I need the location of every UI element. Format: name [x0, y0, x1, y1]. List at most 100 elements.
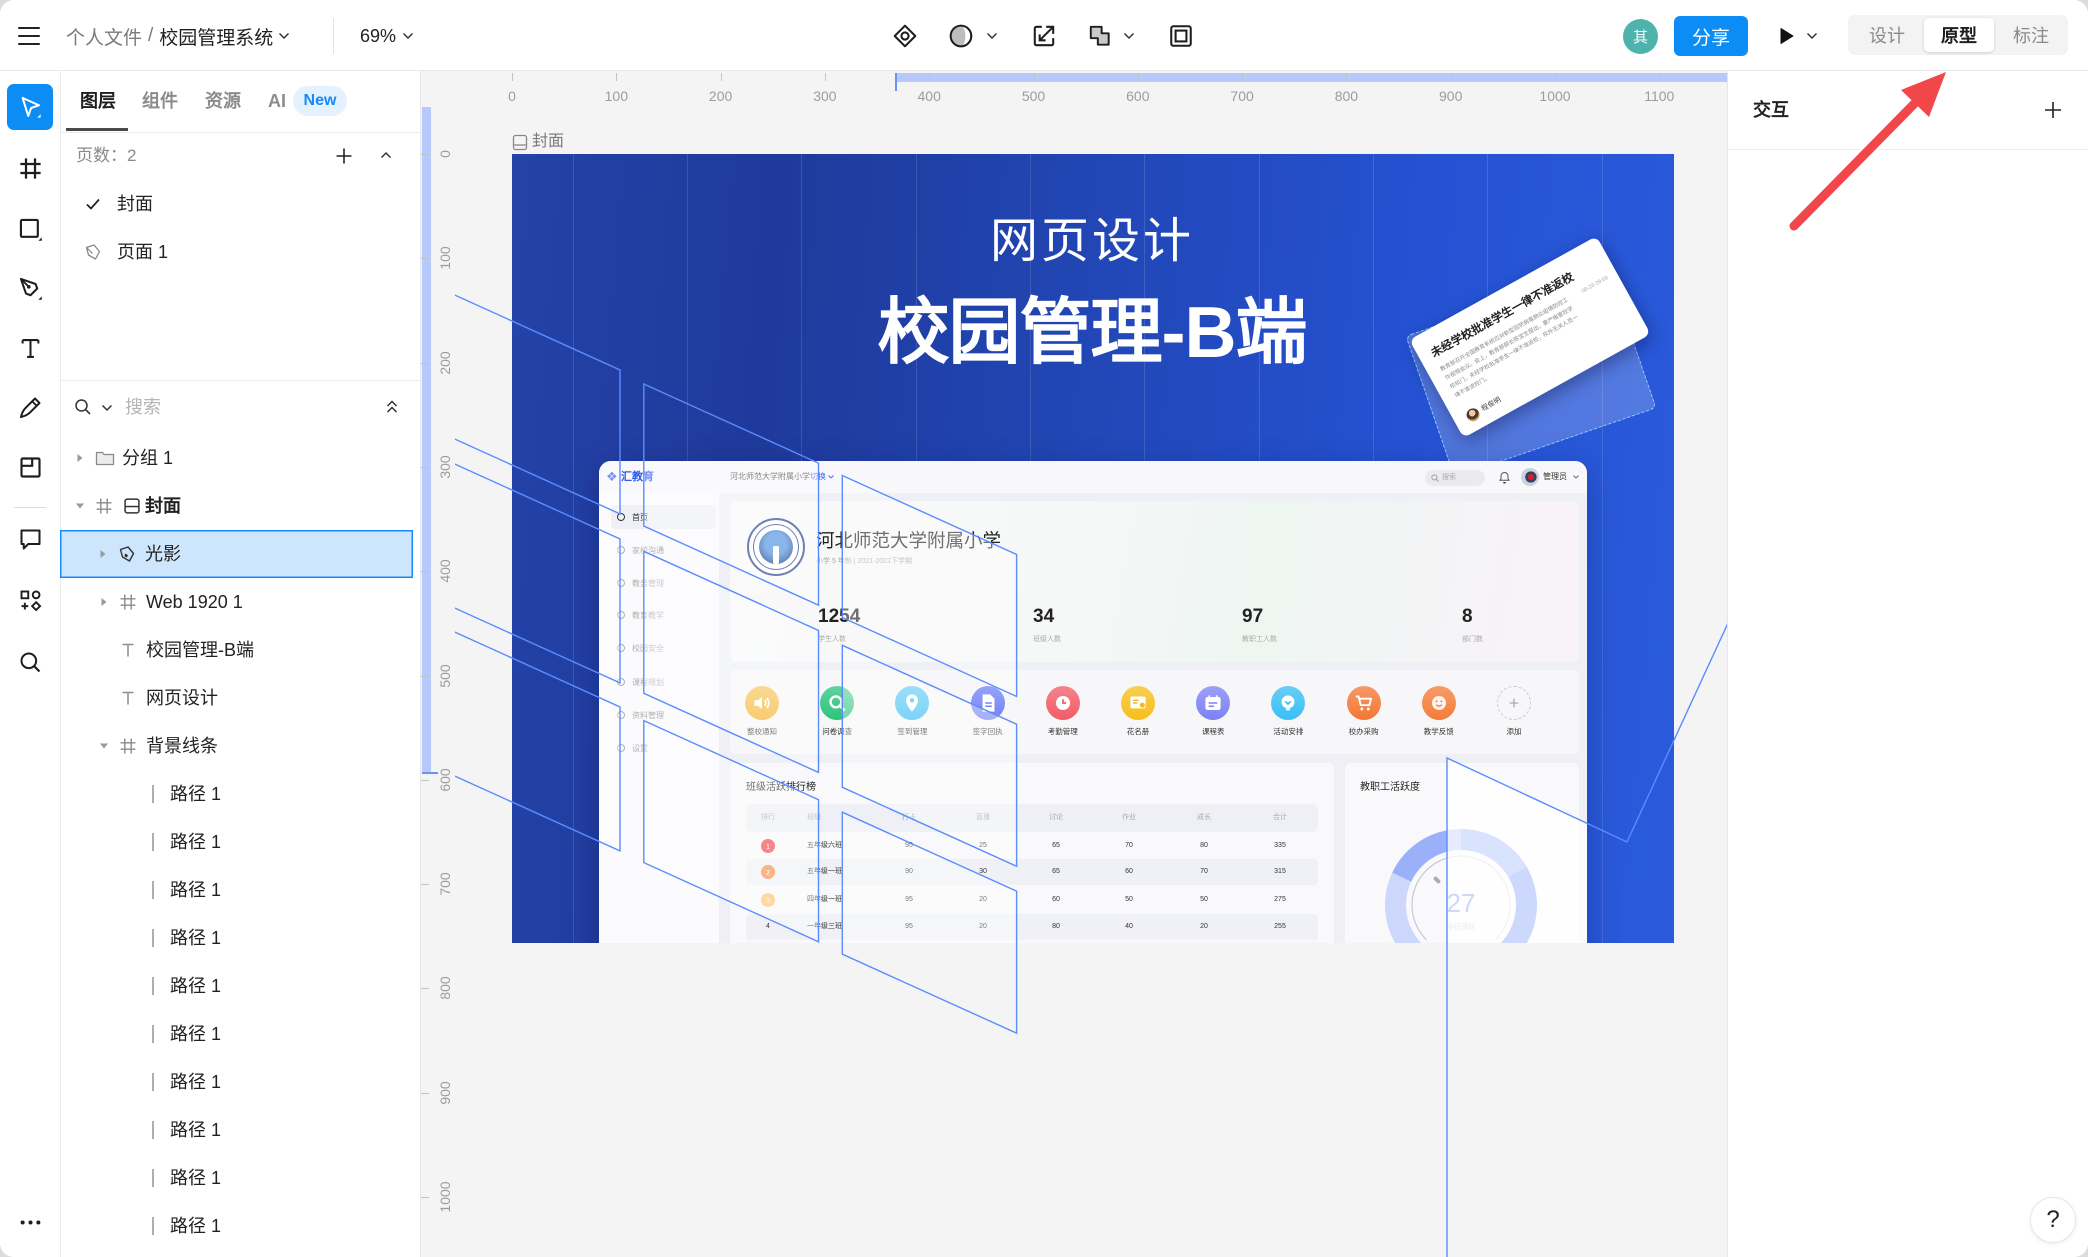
layer-row[interactable]: Web 1920 1 [61, 578, 420, 626]
cover-subtitle[interactable]: 网页设计 [512, 214, 1672, 270]
layer-row[interactable]: 路径 1 [61, 818, 420, 866]
vertical-ruler[interactable]: 0 100 200 300 400 500 600 700 800 900 1000 [421, 71, 455, 1257]
table-cell: 95 [905, 923, 913, 930]
caret-right-icon[interactable] [99, 549, 107, 559]
layer-row[interactable]: 路径 1 [61, 914, 420, 962]
dashboard-menu-item: 教育教学 [617, 608, 664, 622]
ruler-label: 700 [1230, 88, 1254, 104]
layer-row[interactable]: 光影 [60, 530, 413, 578]
pencil-tool-button[interactable] [7, 384, 53, 430]
layer-row[interactable]: 路径 1 [61, 1058, 420, 1106]
line-path-icon [151, 1072, 155, 1092]
dashboard-menu-item: 校园安全 [617, 641, 664, 655]
table-cell: 20 [979, 923, 987, 930]
table-cell: 95 [905, 842, 913, 849]
help-button[interactable]: ? [2030, 1197, 2076, 1243]
quick-action-calendar-icon [1196, 686, 1231, 720]
ruler-label: 400 [917, 88, 941, 104]
comment-tool-button[interactable] [7, 516, 53, 562]
divider [333, 18, 334, 54]
quick-action-label: 花名册 [1126, 727, 1150, 736]
caret-down-icon[interactable] [99, 742, 109, 750]
layer-row[interactable]: 分组 1 [61, 434, 420, 482]
layer-row[interactable]: 路径 1 [61, 866, 420, 914]
layer-row[interactable]: 路径 1 [61, 1202, 420, 1250]
rectangle-tool-button[interactable] [7, 206, 53, 252]
mode-design[interactable]: 设计 [1852, 18, 1922, 52]
table-cell: 65 [1052, 842, 1060, 849]
dashboard-menu-item: 资料管理 [617, 708, 664, 722]
quick-action-label: 活动安排 [1273, 727, 1304, 736]
artboard-cover[interactable]: 网页设计 校园管理-B端 未经学校批准学生一律不准返校 教育部召开全国教育系统应… [512, 154, 1674, 943]
layer-row[interactable]: 背景线条 [61, 722, 420, 770]
frame-tool-button[interactable] [7, 145, 53, 191]
frame-icon[interactable] [1168, 23, 1194, 49]
table-cell: 255 [1274, 923, 1286, 930]
mode-prototype[interactable]: 原型 [1924, 18, 1994, 52]
line-path-icon [151, 832, 155, 852]
layer-row[interactable]: 路径 1 [61, 1010, 420, 1058]
component-icon[interactable] [892, 23, 918, 49]
export-icon[interactable] [1031, 23, 1057, 49]
collaborator-avatar[interactable]: 其 [1623, 19, 1658, 54]
ruler-tick [421, 884, 429, 886]
quick-action-label: 考勤管理 [1047, 727, 1078, 736]
layer-row[interactable]: 校园管理-B端 [61, 626, 420, 674]
plugins-tool-button[interactable] [7, 577, 53, 623]
quick-action-clock-icon [1045, 686, 1080, 720]
caret-down-icon[interactable] [75, 502, 85, 510]
play-icon[interactable] [1780, 27, 1794, 45]
ruler-tick [421, 362, 429, 364]
dashboard-mockup[interactable]: ❖ 汇教育 河北师范大学附属小学 切换 搜索 管理员 首页 家校沟通教务管理 教… [599, 461, 1587, 943]
main-menu-button[interactable] [14, 22, 44, 50]
zoom-dropdown[interactable]: 69% [360, 21, 414, 51]
bell-icon [1499, 470, 1510, 484]
chevron-down-icon[interactable] [1806, 32, 1818, 40]
chevron-down-icon[interactable] [1123, 32, 1135, 40]
ruler-label: 700 [437, 872, 453, 896]
menu-icon [617, 513, 625, 521]
menu-icon [617, 611, 625, 619]
share-button[interactable]: 分享 [1674, 16, 1748, 56]
search-tool-button[interactable] [7, 639, 53, 685]
section-tool-button[interactable] [7, 444, 53, 490]
text-tool-button[interactable] [7, 325, 53, 371]
caret-right-icon[interactable] [100, 597, 108, 607]
ruler-label: 1100 [1644, 88, 1675, 104]
layer-row[interactable]: 路径 1 [61, 962, 420, 1010]
layer-name: 背景线条 [146, 736, 218, 756]
mode-inspect[interactable]: 标注 [1996, 18, 2066, 52]
frame-label[interactable]: 封面 [512, 132, 564, 152]
theme-icon[interactable] [948, 23, 974, 49]
breadcrumb-parent[interactable]: 个人文件 [66, 23, 142, 50]
layer-name: 网页设计 [146, 688, 218, 708]
table-cell: 50 [1125, 896, 1133, 903]
ruler-label: 500 [1021, 88, 1046, 104]
chevron-down-icon[interactable] [278, 32, 290, 40]
chevron-down-icon[interactable] [986, 32, 998, 40]
file-name[interactable]: 校园管理系统 [159, 23, 273, 50]
ruler-tick [421, 258, 429, 260]
pen-tool-button[interactable] [7, 265, 53, 311]
caret-right-icon[interactable] [76, 453, 84, 463]
move-tool-button[interactable] [7, 84, 53, 130]
add-interaction-icon[interactable] [2042, 99, 2064, 121]
layer-name: 光影 [145, 544, 181, 564]
logo-icon: ❖ [606, 469, 618, 484]
menu-label: 家校沟通 [632, 545, 664, 555]
layer-row[interactable]: 路径 1 [61, 1154, 420, 1202]
layer-row[interactable]: 网页设计 [61, 674, 420, 722]
more-tools-button[interactable] [7, 1199, 53, 1245]
ruler-selection-edge [895, 73, 897, 91]
boolean-icon[interactable] [1087, 23, 1113, 49]
line-path-icon [151, 1168, 155, 1188]
horizontal-ruler[interactable]: 0 100 200 300 400 500 600 700 800 900 1000 1100 [421, 71, 1727, 107]
layer-row[interactable]: 路径 1 [61, 770, 420, 818]
canvas[interactable]: 封面 网页设计 校园管理-B端 未经学校批准学生一律不准返校 教育部召开全国教育… [421, 71, 1727, 1257]
ruler-label: 800 [1334, 88, 1359, 104]
layer-row[interactable]: 路径 1 [61, 1106, 420, 1154]
layer-name: 路径 1 [170, 1216, 222, 1236]
ruler-tick [1346, 73, 1348, 81]
layer-row[interactable]: 封面 [61, 482, 420, 530]
search-icon [1431, 474, 1439, 482]
